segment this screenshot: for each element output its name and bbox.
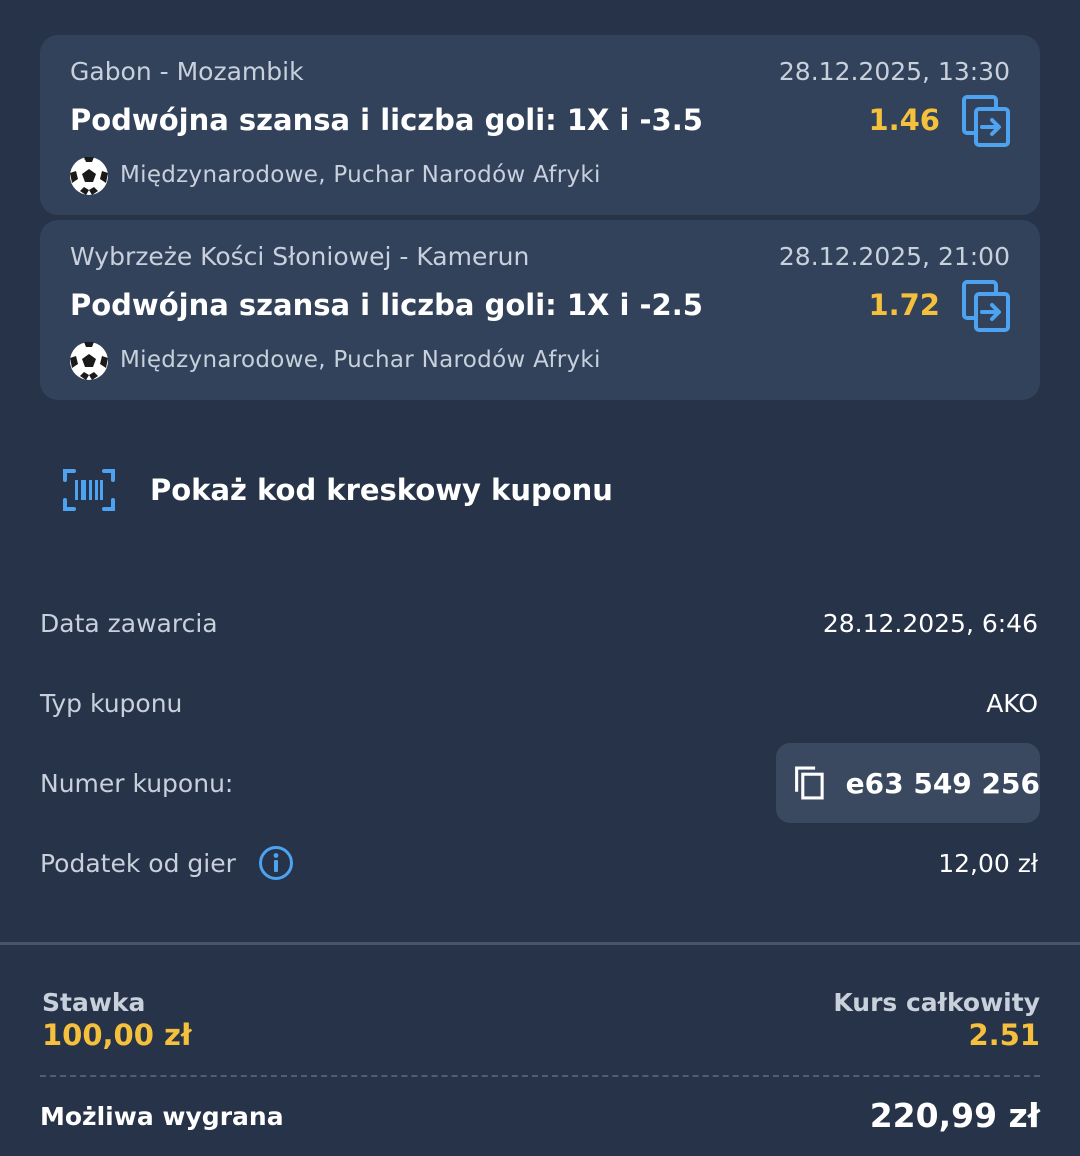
soccer-ball-icon — [70, 157, 108, 195]
show-barcode-button[interactable]: Pokaż kod kreskowy kuponu — [62, 468, 613, 512]
coupon-details-page: Gabon - Mozambik 28.12.2025, 13:30 Podwó… — [0, 0, 1080, 1156]
stake-value: 100,00 zł — [42, 1018, 192, 1052]
match-datetime: 28.12.2025, 21:00 — [778, 242, 1010, 271]
match-name: Gabon - Mozambik — [70, 57, 304, 86]
show-barcode-label: Pokaż kod kreskowy kuponu — [150, 473, 613, 507]
gaming-tax-label: Podatek od gier — [40, 849, 236, 878]
league-name: Międzynarodowe, Puchar Narodów Afryki — [120, 347, 601, 373]
date-value: 28.12.2025, 6:46 — [822, 609, 1038, 638]
coupon-type-value: AKO — [986, 689, 1038, 718]
stake-label: Stawka — [42, 988, 146, 1017]
bet-card: Gabon - Mozambik 28.12.2025, 13:30 Podwó… — [40, 35, 1040, 215]
league-name: Międzynarodowe, Puchar Narodów Afryki — [120, 162, 601, 188]
match-name: Wybrzeże Kości Słoniowej - Kamerun — [70, 242, 530, 271]
bet-selection: Podwójna szansa i liczba goli: 1X i -2.5 — [70, 288, 703, 322]
coupon-number-label: Numer kuponu: — [40, 769, 234, 798]
date-label: Data zawarcia — [40, 609, 218, 638]
swap-bet-icon[interactable] — [962, 280, 1010, 332]
bet-odds: 1.46 — [868, 103, 940, 137]
coupon-type-label: Typ kuponu — [40, 689, 183, 718]
copy-icon — [795, 766, 824, 800]
bet-card: Wybrzeże Kości Słoniowej - Kamerun 28.12… — [40, 220, 1040, 400]
soccer-ball-icon — [70, 342, 108, 380]
section-divider — [0, 942, 1080, 945]
possible-win-value: 220,99 zł — [869, 1096, 1040, 1135]
swap-bet-icon[interactable] — [962, 95, 1010, 147]
bet-selection: Podwójna szansa i liczba goli: 1X i -3.5 — [70, 103, 703, 137]
total-odds-value: 2.51 — [968, 1018, 1040, 1052]
possible-win-label: Możliwa wygrana — [40, 1102, 284, 1131]
info-icon[interactable] — [258, 845, 294, 881]
coupon-number-value: e63 549 256 — [845, 766, 1040, 800]
gaming-tax-value: 12,00 zł — [938, 849, 1038, 878]
dashed-divider — [40, 1075, 1040, 1077]
bet-odds: 1.72 — [868, 288, 940, 322]
copy-coupon-number-button[interactable]: e63 549 256 — [776, 743, 1040, 823]
total-odds-label: Kurs całkowity — [833, 988, 1040, 1017]
barcode-icon — [63, 469, 115, 511]
match-datetime: 28.12.2025, 13:30 — [778, 57, 1010, 86]
